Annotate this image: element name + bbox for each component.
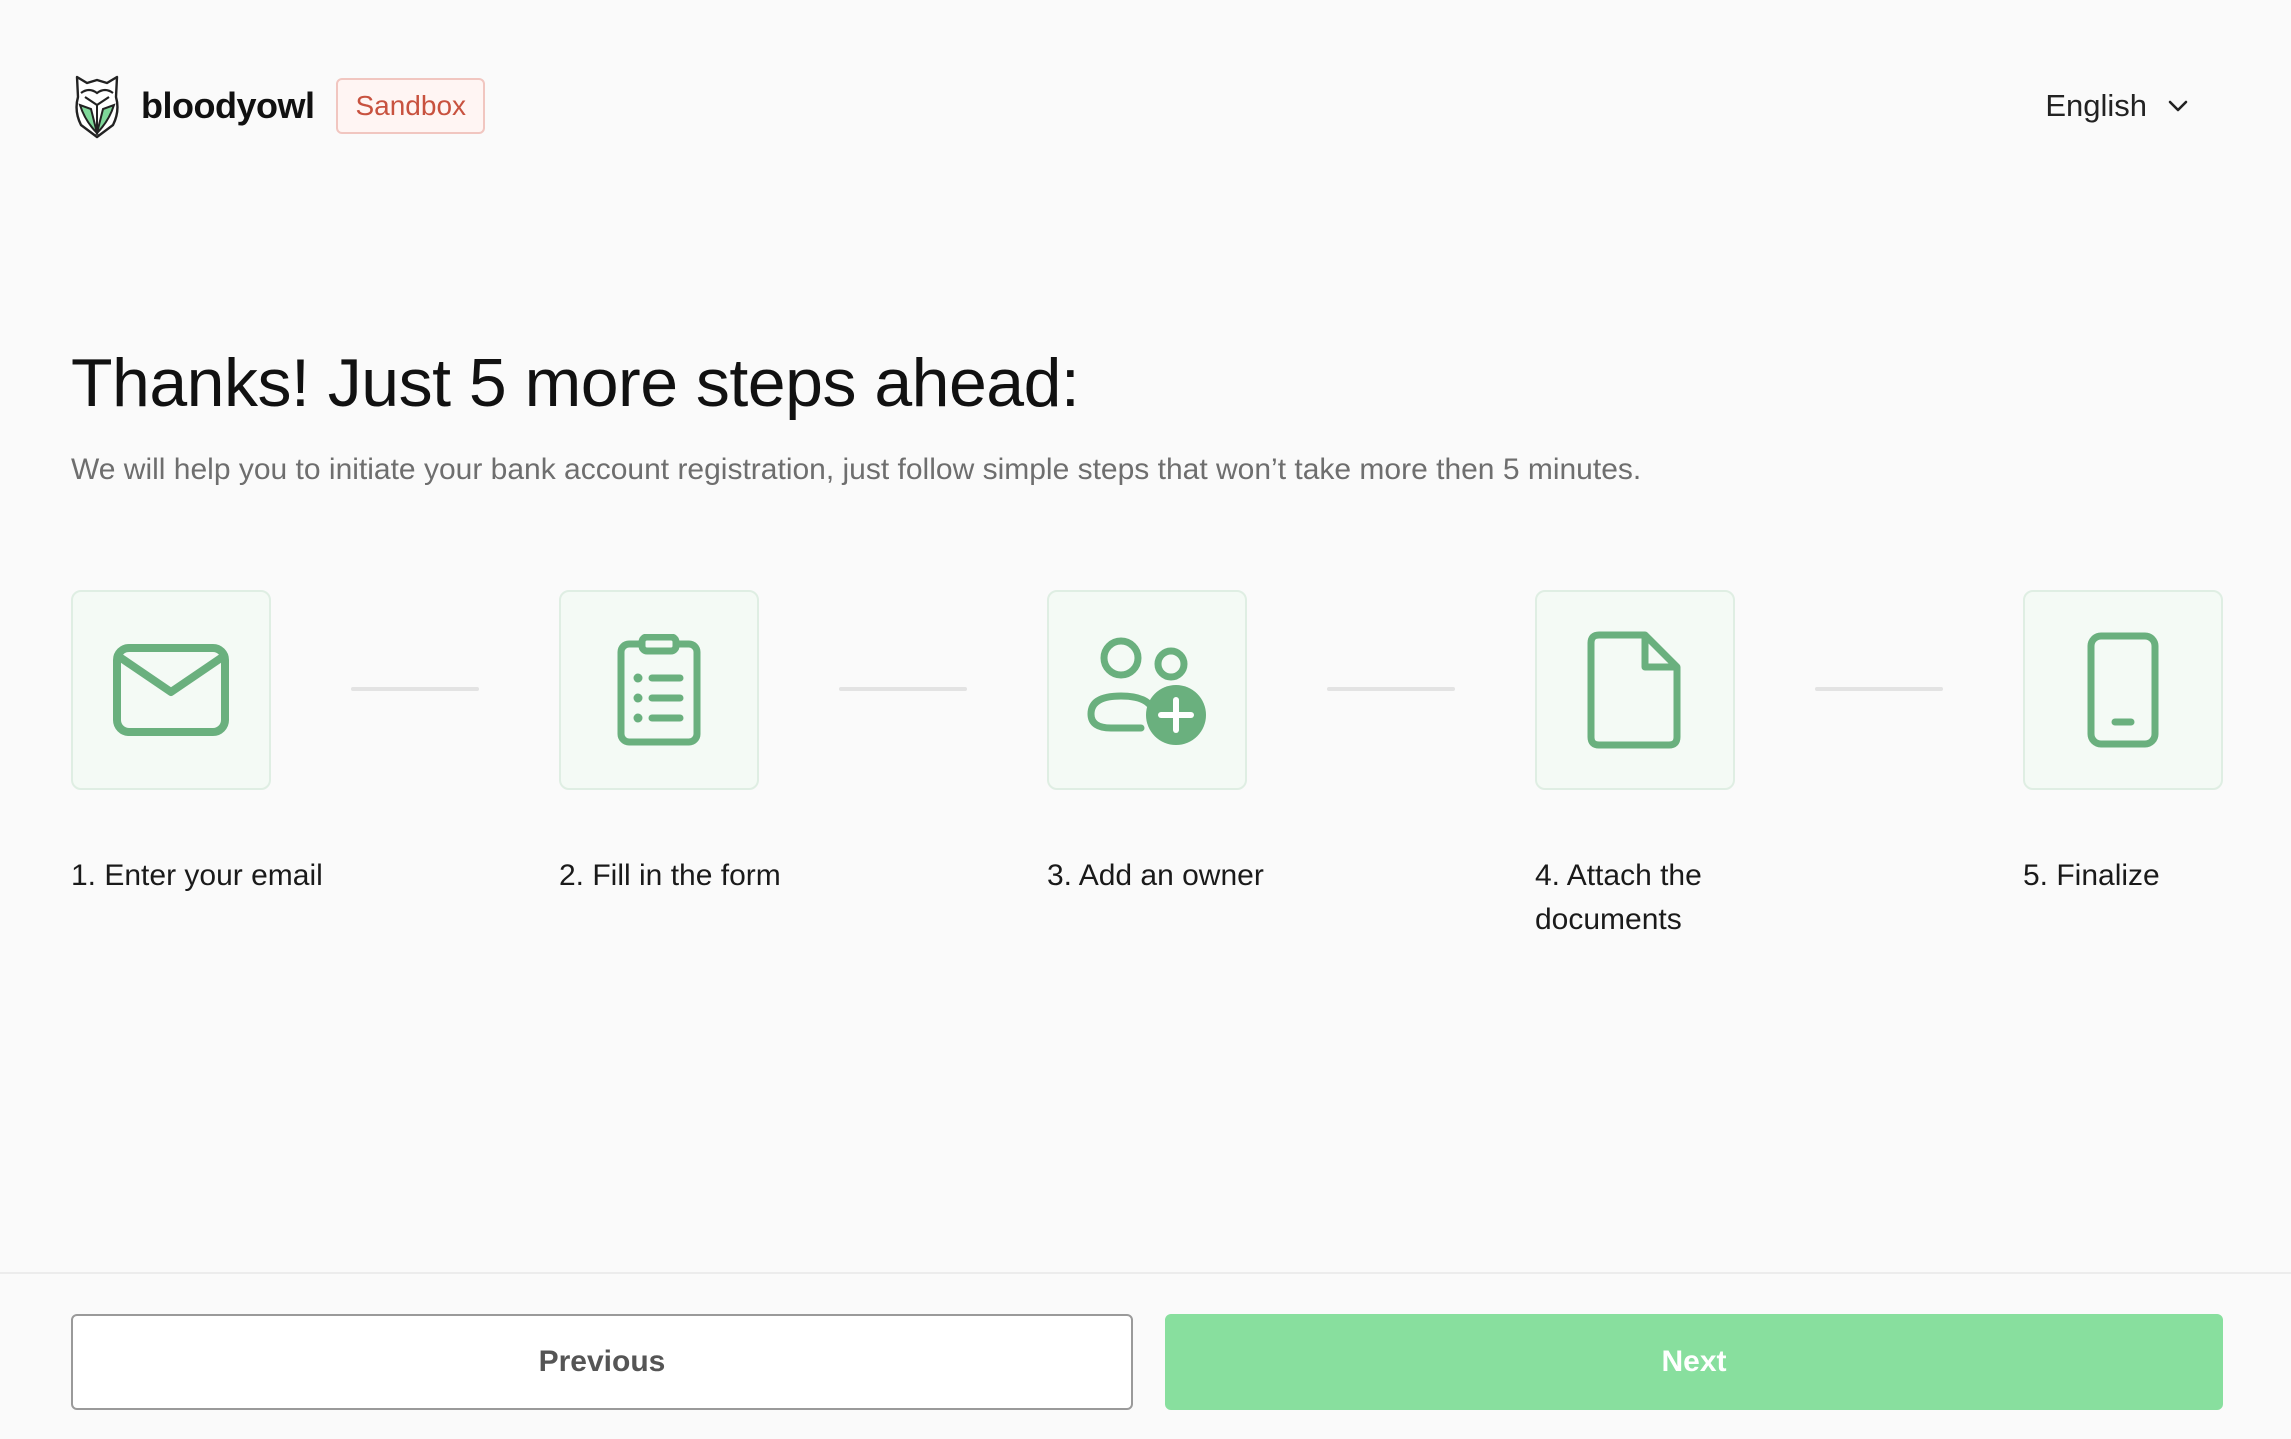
page-subtitle: We will help you to initiate your bank a… — [71, 453, 1642, 486]
chevron-down-icon — [2168, 100, 2188, 112]
step-fill-form: 2. Fill in the form — [559, 590, 819, 898]
step-attach-documents: 4. Attach the documents — [1535, 590, 1795, 942]
header: bloodyowl Sandbox — [71, 70, 486, 142]
step-connector — [839, 687, 967, 691]
language-selector[interactable]: English — [2045, 82, 2191, 130]
step-finalize: 5. Finalize — [2023, 590, 2283, 898]
previous-button[interactable]: Previous — [71, 1314, 1133, 1410]
document-icon — [1587, 631, 1681, 749]
add-person-icon — [1087, 637, 1206, 745]
step-connector — [1327, 687, 1455, 691]
step-icon-box — [1047, 590, 1247, 790]
brand-name: bloodyowl — [141, 85, 315, 126]
step-connector — [1815, 687, 1943, 691]
sandbox-badge: Sandbox — [336, 78, 486, 134]
language-label: English — [2045, 88, 2147, 123]
step-icon-box — [559, 590, 759, 790]
step-add-owner: 3. Add an owner — [1047, 590, 1307, 898]
envelope-icon — [113, 644, 229, 736]
onboarding-page: bloodyowl Sandbox English Thanks! Just 5… — [0, 0, 2291, 1439]
step-label: 5. Finalize — [2023, 859, 2160, 892]
step-icon-box — [2023, 590, 2223, 790]
step-label: 4. Attach the documents — [1535, 859, 1702, 936]
step-icon-box — [1535, 590, 1735, 790]
footer-divider — [0, 1272, 2291, 1274]
owl-logo-icon — [75, 75, 119, 139]
step-icon-box — [71, 590, 271, 790]
step-connector — [351, 687, 479, 691]
clipboard-list-icon — [617, 634, 701, 746]
steps-list: 1. Enter your email 2. Fill in the form — [71, 590, 2223, 950]
next-button[interactable]: Next — [1165, 1314, 2223, 1410]
page-title: Thanks! Just 5 more steps ahead: — [71, 345, 1080, 421]
mobile-phone-icon — [2087, 632, 2159, 748]
step-enter-email: 1. Enter your email — [71, 590, 331, 898]
step-label: 2. Fill in the form — [559, 859, 781, 892]
step-label: 3. Add an owner — [1047, 859, 1264, 892]
step-label: 1. Enter your email — [71, 859, 323, 892]
